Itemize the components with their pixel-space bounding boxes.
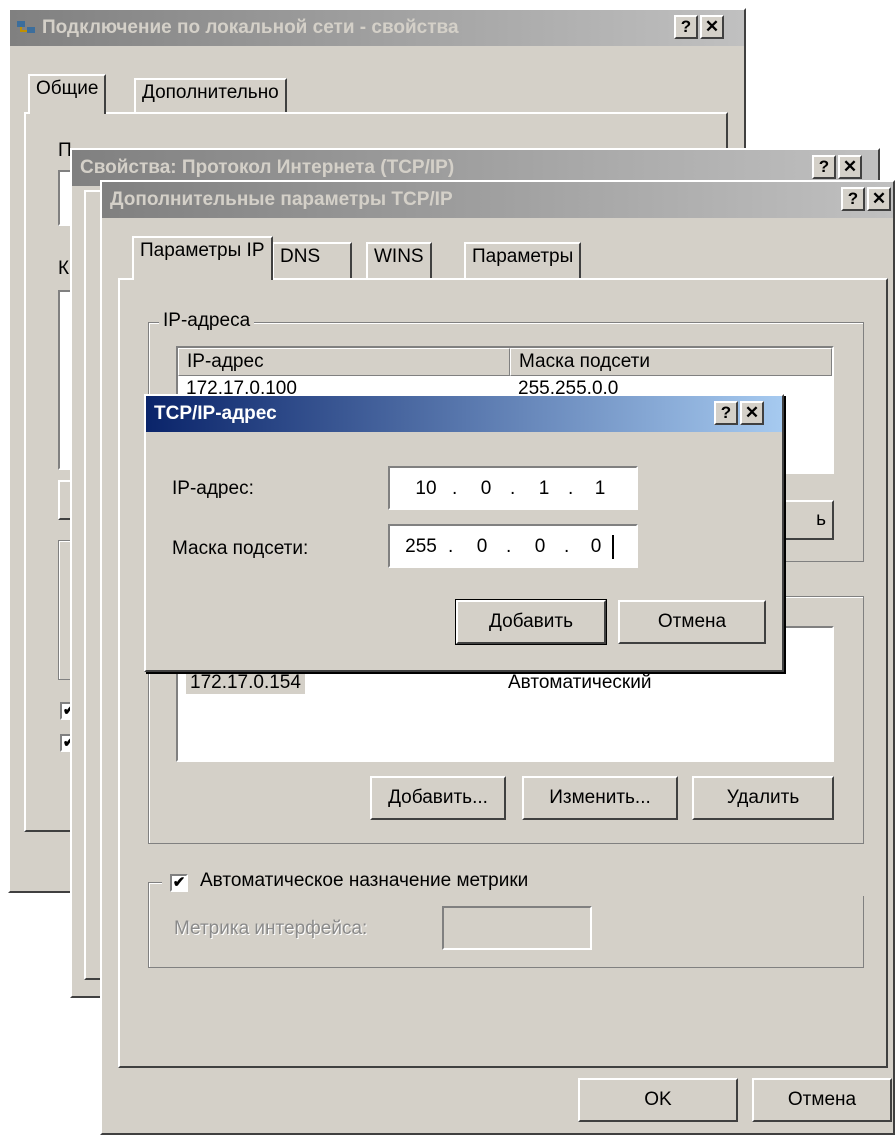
window-connection-properties-titlebar[interactable]: Подключение по локальной сети - свойства… xyxy=(10,10,744,46)
tab-dns[interactable]: DNS xyxy=(272,242,352,280)
ip-octet-4: 1 xyxy=(594,478,606,499)
ip-octet-2: 0 xyxy=(480,478,492,499)
subnet-mask-label: Маска подсети: xyxy=(172,538,309,559)
tab-ip-settings[interactable]: Параметры IP xyxy=(132,236,273,280)
help-button[interactable]: ? xyxy=(812,155,836,179)
mask-dot: . xyxy=(564,536,570,557)
gateway-add-button[interactable]: Добавить... xyxy=(370,776,506,820)
mask-dot: . xyxy=(506,536,512,557)
ip-dot: . xyxy=(510,478,516,499)
dialog-cancel-button[interactable]: Отмена xyxy=(618,600,766,644)
interface-metric-field xyxy=(442,906,592,950)
column-header-ip[interactable]: IP-адрес xyxy=(178,348,510,376)
tab-general[interactable]: Общие xyxy=(28,74,107,114)
close-button[interactable]: ✕ xyxy=(838,155,862,179)
close-button[interactable]: ✕ xyxy=(867,187,891,211)
row-gateway: 172.17.0.154 xyxy=(186,672,305,694)
mask-octet-4: 0 xyxy=(590,536,602,557)
table-row[interactable]: 172.17.0.154 Автоматический xyxy=(186,672,826,698)
mask-octet-3: 0 xyxy=(534,536,546,557)
help-button[interactable]: ? xyxy=(714,401,738,425)
tab-wins[interactable]: WINS xyxy=(366,242,432,280)
mask-octet-2: 0 xyxy=(476,536,488,557)
ip-octet-1: 10 xyxy=(415,478,437,499)
auto-metric-checkbox[interactable]: ✔ xyxy=(170,874,188,892)
text-cursor xyxy=(612,535,614,559)
ip-address-label: IP-адрес: xyxy=(172,478,254,499)
dialog-tcpip-address: TCP/IP-адрес ? ✕ IP-адрес: 10 . 0 . 1 . … xyxy=(144,394,784,672)
partial-label-k: К xyxy=(58,258,70,279)
dialog-tcpip-address-title: TCP/IP-адрес xyxy=(154,403,277,424)
mask-dot: . xyxy=(448,536,454,557)
window-tcpip-properties-title: Свойства: Протокол Интернета (TCP/IP) xyxy=(80,157,455,178)
help-button[interactable]: ? xyxy=(841,187,865,211)
auto-metric-checkbox-row[interactable]: ✔ Автоматическое назначение метрики xyxy=(162,870,884,896)
dialog-tcpip-address-titlebar[interactable]: TCP/IP-адрес ? ✕ xyxy=(146,396,782,432)
dialog-add-button[interactable]: Добавить xyxy=(455,599,607,645)
ip-addresses-legend: IP-адреса xyxy=(159,310,255,332)
window-connection-properties-title: Подключение по локальной сети - свойства xyxy=(42,17,459,38)
gateway-remove-button[interactable]: Удалить xyxy=(692,776,834,820)
ip-dot: . xyxy=(452,478,458,499)
ip-octet-3: 1 xyxy=(538,478,550,499)
network-icon xyxy=(16,19,36,37)
row-metric: Автоматический xyxy=(508,672,652,693)
cancel-button[interactable]: Отмена xyxy=(752,1078,892,1122)
auto-metric-label: Автоматическое назначение метрики xyxy=(200,870,537,891)
window-advanced-tcpip-title: Дополнительные параметры TCP/IP xyxy=(110,189,453,210)
interface-metric-label: Метрика интерфейса: xyxy=(174,918,368,939)
subnet-mask-field[interactable]: 255 . 0 . 0 . 0 xyxy=(388,524,638,568)
ok-button[interactable]: OK xyxy=(578,1078,738,1122)
help-button[interactable]: ? xyxy=(674,15,698,39)
column-header-mask[interactable]: Маска подсети xyxy=(510,348,832,376)
window-advanced-tcpip-titlebar[interactable]: Дополнительные параметры TCP/IP ? ✕ xyxy=(102,182,893,218)
gateway-edit-button[interactable]: Изменить... xyxy=(522,776,678,820)
tab-options[interactable]: Параметры xyxy=(464,242,582,280)
ip-address-field[interactable]: 10 . 0 . 1 . 1 xyxy=(388,466,638,510)
close-button[interactable]: ✕ xyxy=(740,401,764,425)
ip-dot: . xyxy=(568,478,574,499)
mask-octet-1: 255 xyxy=(405,536,437,557)
tab-advanced[interactable]: Дополнительно xyxy=(134,78,287,114)
close-button[interactable]: ✕ xyxy=(700,15,724,39)
